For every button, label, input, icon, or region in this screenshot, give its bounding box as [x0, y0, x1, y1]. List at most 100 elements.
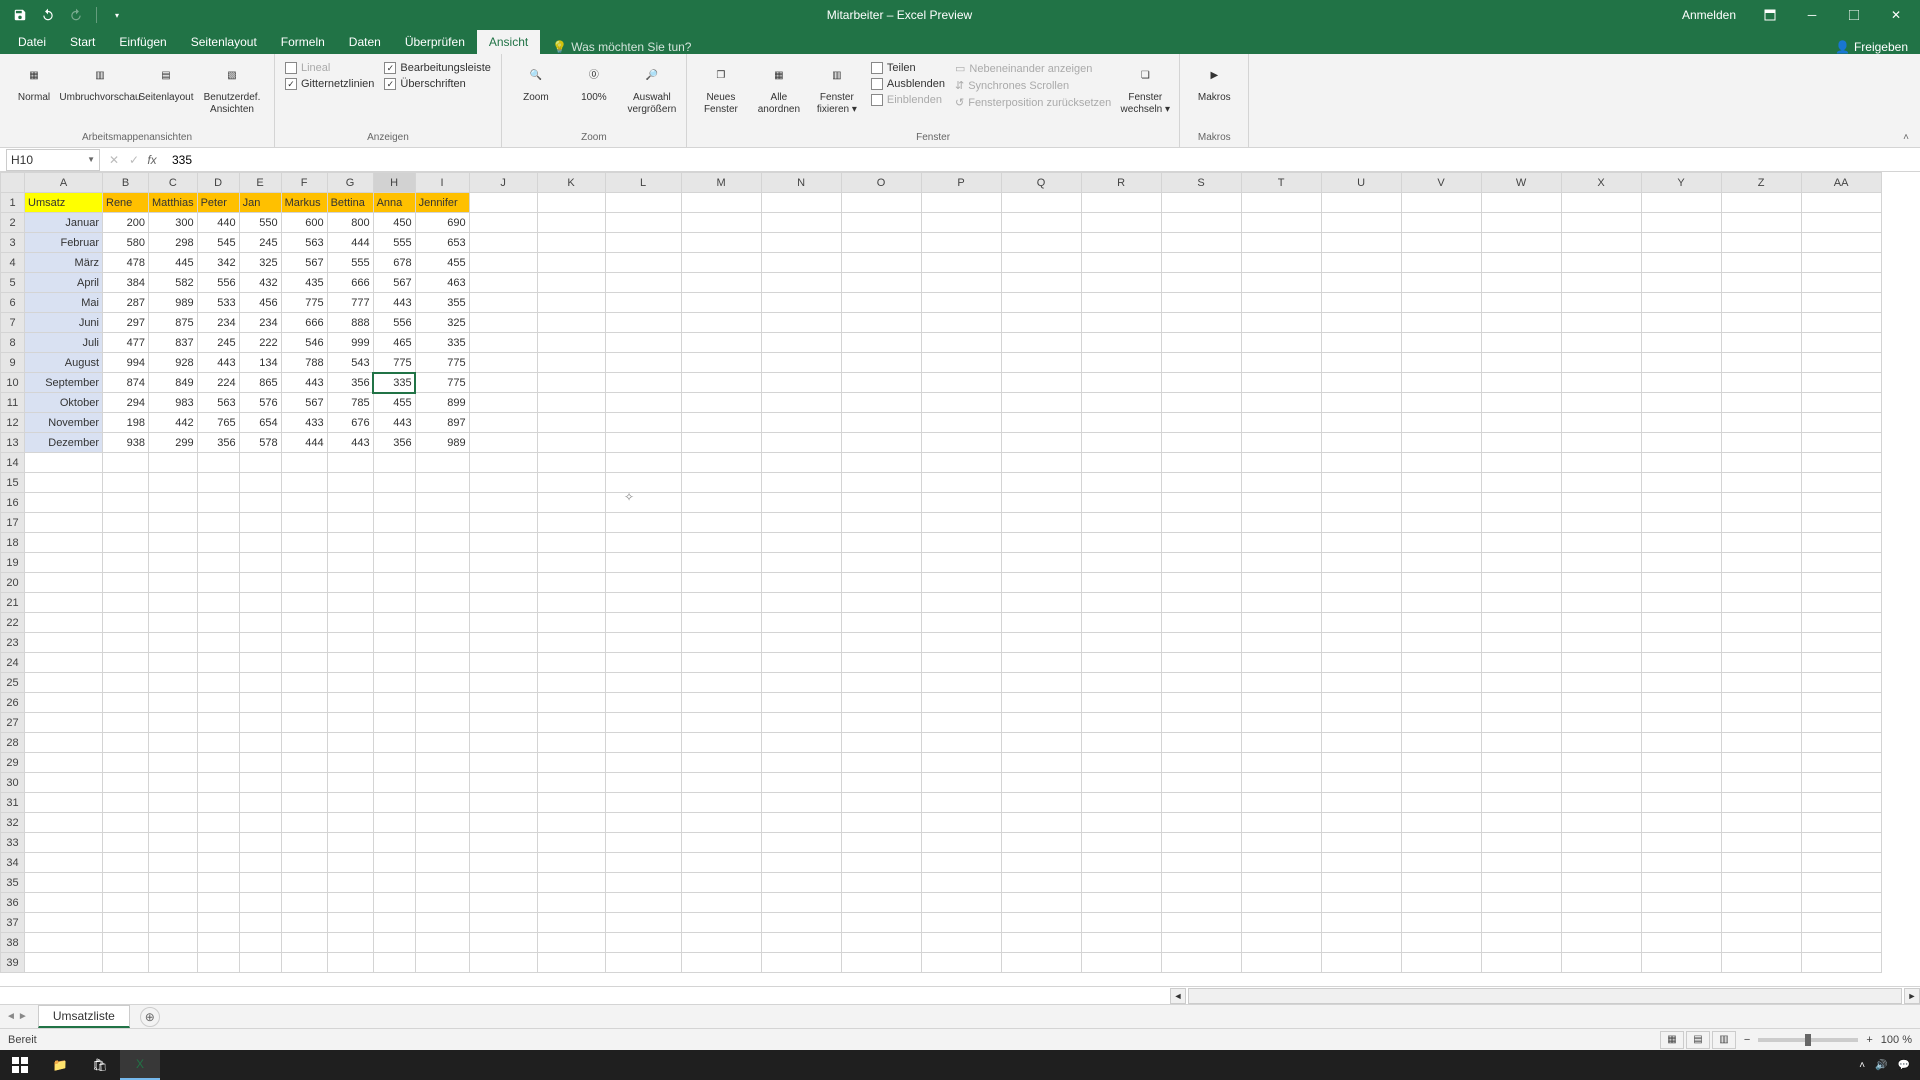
new-window-button[interactable]: ❐Neues Fenster: [693, 58, 749, 130]
cell-C26[interactable]: [149, 693, 198, 713]
cell-H26[interactable]: [373, 693, 415, 713]
cell-D33[interactable]: [197, 833, 239, 853]
cell-T15[interactable]: [1241, 473, 1321, 493]
cell-AA39[interactable]: [1801, 953, 1881, 973]
cell-U30[interactable]: [1321, 773, 1401, 793]
cell-Y13[interactable]: [1641, 433, 1721, 453]
cell-V15[interactable]: [1401, 473, 1481, 493]
cell-I15[interactable]: [415, 473, 469, 493]
cell-G10[interactable]: 356: [327, 373, 373, 393]
cell-O6[interactable]: [841, 293, 921, 313]
cell-I17[interactable]: [415, 513, 469, 533]
cell-S4[interactable]: [1161, 253, 1241, 273]
cell-B19[interactable]: [103, 553, 149, 573]
cell-E12[interactable]: 654: [239, 413, 281, 433]
view-pagebreak-button[interactable]: ▥Umbruchvorschau: [64, 58, 136, 130]
cell-R35[interactable]: [1081, 873, 1161, 893]
cell-Q24[interactable]: [1001, 653, 1081, 673]
cell-X7[interactable]: [1561, 313, 1641, 333]
cell-C1[interactable]: Matthias: [149, 193, 198, 213]
cell-I6[interactable]: 355: [415, 293, 469, 313]
row-header-4[interactable]: 4: [1, 253, 25, 273]
cell-X8[interactable]: [1561, 333, 1641, 353]
cell-G34[interactable]: [327, 853, 373, 873]
cell-R28[interactable]: [1081, 733, 1161, 753]
cell-G4[interactable]: 555: [327, 253, 373, 273]
cell-Q10[interactable]: [1001, 373, 1081, 393]
cell-A22[interactable]: [25, 613, 103, 633]
cell-A3[interactable]: Februar: [25, 233, 103, 253]
cell-AA19[interactable]: [1801, 553, 1881, 573]
cell-Z35[interactable]: [1721, 873, 1801, 893]
cell-P10[interactable]: [921, 373, 1001, 393]
cell-S33[interactable]: [1161, 833, 1241, 853]
cell-AA38[interactable]: [1801, 933, 1881, 953]
cell-AA15[interactable]: [1801, 473, 1881, 493]
cell-Z21[interactable]: [1721, 593, 1801, 613]
cell-Q34[interactable]: [1001, 853, 1081, 873]
cell-D38[interactable]: [197, 933, 239, 953]
cell-S3[interactable]: [1161, 233, 1241, 253]
cell-R23[interactable]: [1081, 633, 1161, 653]
cell-P14[interactable]: [921, 453, 1001, 473]
cell-I32[interactable]: [415, 813, 469, 833]
cell-D18[interactable]: [197, 533, 239, 553]
cell-S1[interactable]: [1161, 193, 1241, 213]
cell-G11[interactable]: 785: [327, 393, 373, 413]
cell-P33[interactable]: [921, 833, 1001, 853]
row-header-17[interactable]: 17: [1, 513, 25, 533]
cell-Z1[interactable]: [1721, 193, 1801, 213]
cell-M37[interactable]: [681, 913, 761, 933]
cell-R20[interactable]: [1081, 573, 1161, 593]
cell-G30[interactable]: [327, 773, 373, 793]
cell-S22[interactable]: [1161, 613, 1241, 633]
col-header-N[interactable]: N: [761, 173, 841, 193]
row-header-11[interactable]: 11: [1, 393, 25, 413]
cell-T38[interactable]: [1241, 933, 1321, 953]
cell-S27[interactable]: [1161, 713, 1241, 733]
cell-R14[interactable]: [1081, 453, 1161, 473]
view-pagelayout-icon[interactable]: ▤: [1686, 1031, 1710, 1049]
cell-A10[interactable]: September: [25, 373, 103, 393]
cell-J26[interactable]: [469, 693, 537, 713]
cell-E8[interactable]: 222: [239, 333, 281, 353]
menu-tab-seitenlayout[interactable]: Seitenlayout: [179, 30, 269, 54]
row-header-26[interactable]: 26: [1, 693, 25, 713]
cell-E1[interactable]: Jan: [239, 193, 281, 213]
cell-Y24[interactable]: [1641, 653, 1721, 673]
cell-B39[interactable]: [103, 953, 149, 973]
cell-M38[interactable]: [681, 933, 761, 953]
cell-M17[interactable]: [681, 513, 761, 533]
cell-D13[interactable]: 356: [197, 433, 239, 453]
cell-F4[interactable]: 567: [281, 253, 327, 273]
cell-J7[interactable]: [469, 313, 537, 333]
cell-A8[interactable]: Juli: [25, 333, 103, 353]
cell-H5[interactable]: 567: [373, 273, 415, 293]
qat-customize-icon[interactable]: ▾: [105, 3, 129, 27]
cell-H31[interactable]: [373, 793, 415, 813]
cell-R16[interactable]: [1081, 493, 1161, 513]
cell-Z30[interactable]: [1721, 773, 1801, 793]
cell-K12[interactable]: [537, 413, 605, 433]
cell-L2[interactable]: [605, 213, 681, 233]
cell-T5[interactable]: [1241, 273, 1321, 293]
cell-K11[interactable]: [537, 393, 605, 413]
cell-W21[interactable]: [1481, 593, 1561, 613]
cell-W1[interactable]: [1481, 193, 1561, 213]
cell-K20[interactable]: [537, 573, 605, 593]
cell-L5[interactable]: [605, 273, 681, 293]
cell-U39[interactable]: [1321, 953, 1401, 973]
cell-H21[interactable]: [373, 593, 415, 613]
cell-O7[interactable]: [841, 313, 921, 333]
cell-U10[interactable]: [1321, 373, 1401, 393]
cell-N37[interactable]: [761, 913, 841, 933]
cell-R9[interactable]: [1081, 353, 1161, 373]
cell-S29[interactable]: [1161, 753, 1241, 773]
cell-J20[interactable]: [469, 573, 537, 593]
cell-K27[interactable]: [537, 713, 605, 733]
cell-A34[interactable]: [25, 853, 103, 873]
cell-J15[interactable]: [469, 473, 537, 493]
cell-G24[interactable]: [327, 653, 373, 673]
cell-B37[interactable]: [103, 913, 149, 933]
cell-F32[interactable]: [281, 813, 327, 833]
